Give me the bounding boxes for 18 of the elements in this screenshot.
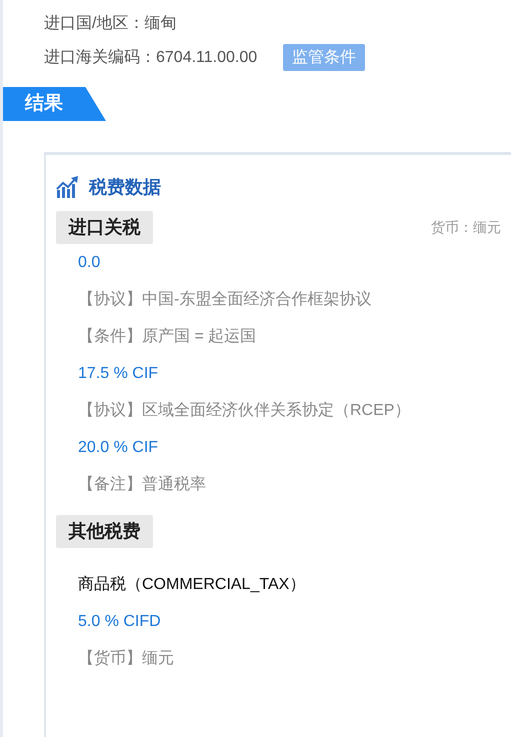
tax-detail: 【协议】中国-东盟全面经济合作框架协议 bbox=[78, 290, 372, 310]
chart-icon bbox=[56, 176, 79, 198]
tax-rate: 5.0 % CIFD bbox=[78, 612, 162, 632]
info-text: 进口国/地区：缅甸 bbox=[44, 14, 176, 34]
tax-rate: 17.5 % CIF bbox=[78, 364, 160, 384]
tax-detail: 【货币】缅元 bbox=[78, 648, 175, 669]
tax-rate: 0.0 bbox=[78, 253, 102, 273]
tax-detail: 【条件】原产国 = 起运国 bbox=[78, 326, 258, 347]
regulatory-conditions-button[interactable]: 监管条件 bbox=[283, 44, 366, 70]
currency-text: 货币：缅元 bbox=[431, 218, 501, 236]
tax-rate: 20.0 % CIF bbox=[78, 438, 160, 458]
section-heading: 其他税费 bbox=[56, 515, 153, 548]
tax-detail: 【协议】区域全面经济伙伴关系协定（RCEP） bbox=[78, 400, 412, 421]
tax-detail: 【备注】普通税率 bbox=[78, 474, 207, 495]
info-text: 进口海关编码：6704.11.00.00 bbox=[44, 48, 258, 68]
card-title: 税费数据 bbox=[89, 176, 161, 199]
section-heading: 进口关税 bbox=[56, 211, 153, 244]
tax-name: 商品税（COMMERCIAL_TAX） bbox=[78, 574, 306, 595]
